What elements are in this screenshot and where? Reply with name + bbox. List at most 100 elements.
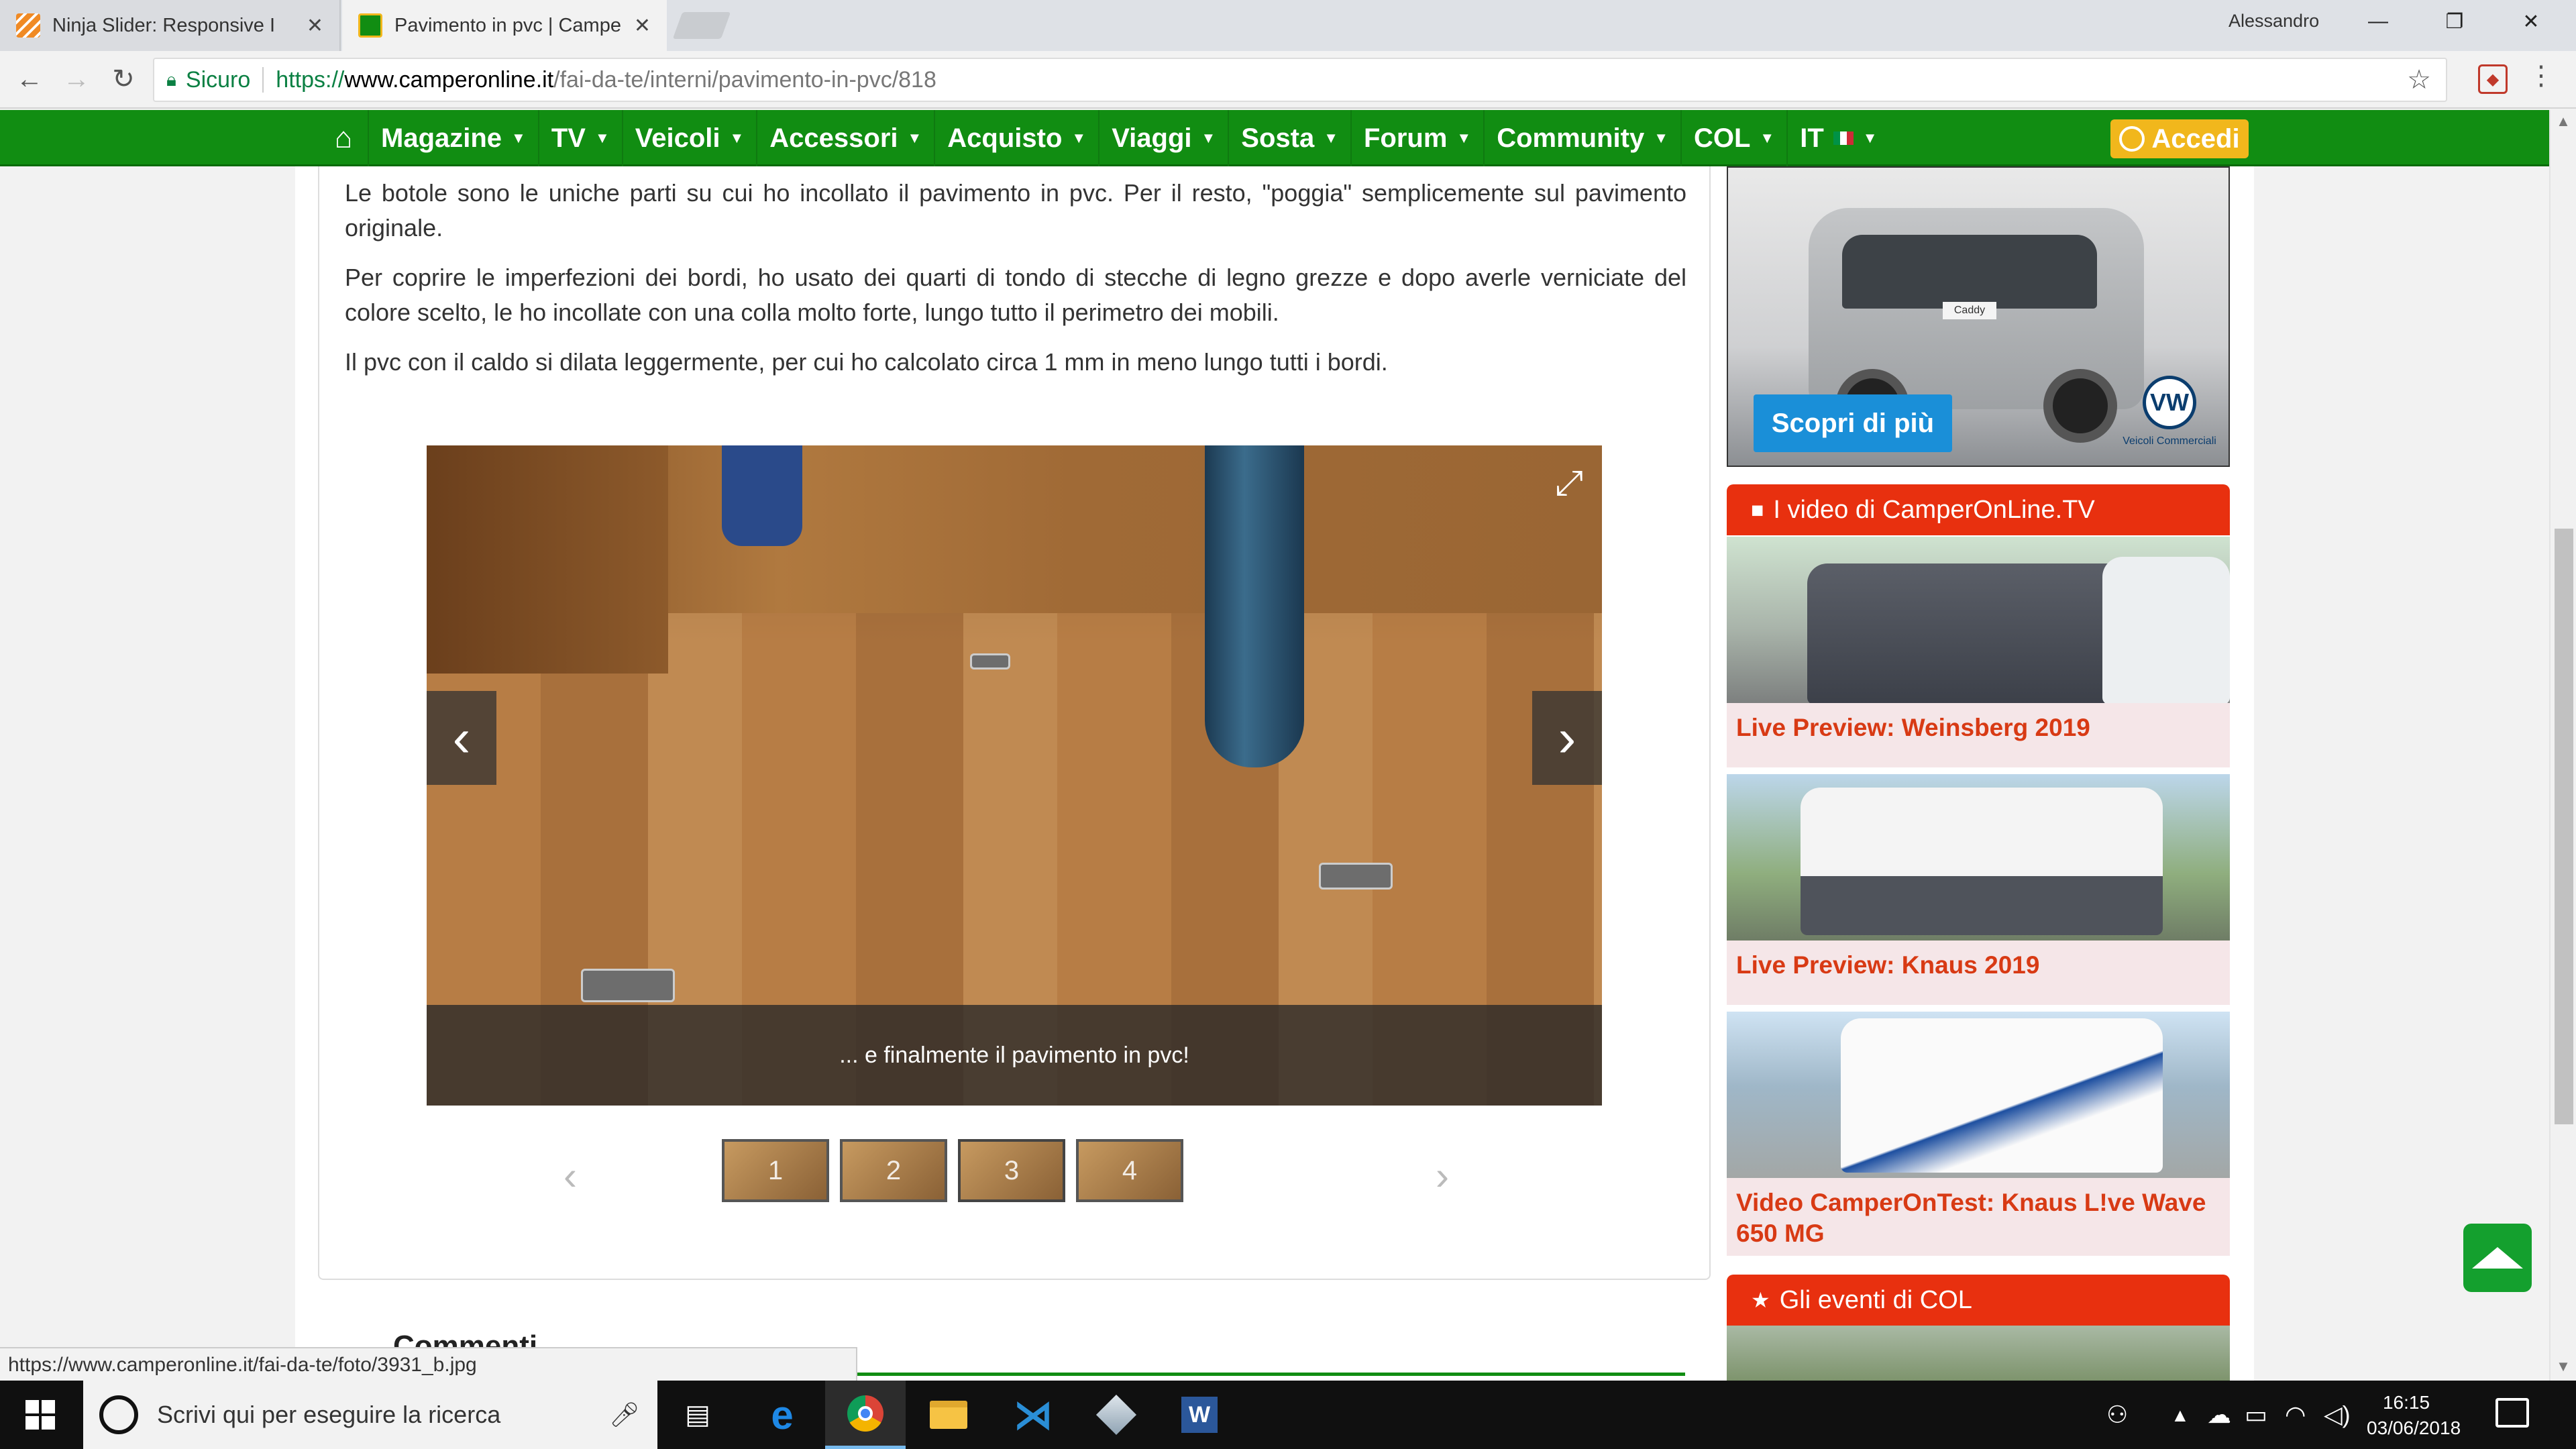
ad-van-wheel xyxy=(2043,369,2117,443)
video-title[interactable]: Live Preview: Weinsberg 2019 xyxy=(1736,712,2219,743)
slider-thumbnail[interactable]: 1 xyxy=(722,1139,829,1202)
lock-icon: 🔒︎ xyxy=(166,68,176,90)
action-center-icon[interactable] xyxy=(2496,1398,2529,1428)
taskbar-clock[interactable]: 16:15 03/06/2018 xyxy=(2367,1390,2461,1441)
thumbs-next-icon[interactable]: › xyxy=(1436,1152,1449,1199)
microphone-icon[interactable]: 🎤︎ xyxy=(609,1401,640,1429)
restore-icon[interactable]: ❐ xyxy=(2418,0,2491,43)
events-section-header: ★ Gli eventi di COL xyxy=(1727,1275,2230,1326)
slider-thumbnail[interactable]: 4 xyxy=(1076,1139,1183,1202)
video-card[interactable]: Video CamperOnTest: Knaus L!ve Wave 650 … xyxy=(1727,1012,2230,1256)
battery-icon[interactable]: ▭ xyxy=(2245,1401,2267,1429)
people-icon[interactable]: ⚇ xyxy=(2106,1401,2128,1429)
slider-prev-button[interactable]: ‹ xyxy=(427,691,496,785)
video-card[interactable]: Live Preview: Weinsberg 2019 xyxy=(1727,537,2230,767)
nav-item-accessori[interactable]: Accessori ▼ xyxy=(756,110,934,166)
ninja-slider-favicon-icon xyxy=(16,13,40,38)
bookmark-star-icon[interactable]: ☆ xyxy=(2407,64,2431,95)
nav-item-forum[interactable]: Forum ▼ xyxy=(1350,110,1483,166)
nav-item-sosta[interactable]: Sosta ▼ xyxy=(1228,110,1350,166)
minimize-icon[interactable]: — xyxy=(2341,0,2415,43)
fullscreen-expand-icon[interactable]: ⤢ xyxy=(1555,463,1583,504)
task-view-icon[interactable]: ▤ xyxy=(657,1381,738,1449)
browser-tab-ninja-slider[interactable]: Ninja Slider: Responsive I ✕ xyxy=(0,0,341,51)
nav-item-community[interactable]: Community ▼ xyxy=(1483,110,1680,166)
url-protocol: https:// xyxy=(276,66,345,93)
scroll-up-icon[interactable]: ▲ xyxy=(2551,113,2576,133)
slide-photo-vent xyxy=(970,653,1010,669)
wifi-icon[interactable]: ◠ xyxy=(2285,1401,2306,1429)
volume-icon[interactable]: ◁) xyxy=(2324,1401,2351,1429)
chevron-down-icon: ▼ xyxy=(511,129,526,146)
nav-item-language[interactable]: IT ▼ xyxy=(1786,110,1889,166)
address-bar[interactable]: 🔒︎ Sicuro https:// www.camperonline.it /… xyxy=(153,58,2447,102)
login-button[interactable]: Accedi xyxy=(2110,119,2249,158)
page-scrollbar[interactable]: ▲ ▼ xyxy=(2549,110,2576,1381)
nav-item-viaggi[interactable]: Viaggi ▼ xyxy=(1098,110,1228,166)
user-icon xyxy=(2119,126,2145,152)
secure-label: Sicuro xyxy=(185,66,251,93)
scroll-down-icon[interactable]: ▼ xyxy=(2551,1358,2576,1378)
nav-menu: ⌂ Magazine ▼ TV ▼ Veicoli ▼ Accessori ▼ Acqu… xyxy=(323,110,1890,166)
clock-date: 03/06/2018 xyxy=(2367,1417,2461,1438)
slide-photo-table-leg xyxy=(1205,445,1304,767)
back-arrow-icon[interactable]: ← xyxy=(11,60,48,98)
events-section-title: Gli eventi di COL xyxy=(1779,1285,1972,1314)
video-title[interactable]: Video CamperOnTest: Knaus L!ve Wave 650 … xyxy=(1736,1187,2219,1249)
slider-next-button[interactable]: › xyxy=(1532,691,1602,785)
browser-tab-pavimento[interactable]: Pavimento in pvc | Campe ✕ xyxy=(342,0,667,51)
slider-thumbnail-active[interactable]: 3 xyxy=(958,1139,1065,1202)
reload-icon[interactable]: ↻ xyxy=(105,60,142,98)
nav-item-tv[interactable]: TV ▼ xyxy=(537,110,622,166)
chrome-browser-icon[interactable] xyxy=(825,1381,906,1449)
nav-item-col[interactable]: COL ▼ xyxy=(1680,110,1786,166)
video-card[interactable]: Live Preview: Knaus 2019 xyxy=(1727,774,2230,1005)
profile-name[interactable]: Alessandro xyxy=(2229,11,2319,32)
file-explorer-icon[interactable] xyxy=(908,1381,989,1449)
scroll-to-top-button[interactable] xyxy=(2463,1224,2532,1292)
windows-taskbar: Scrivi qui per eseguire la ricerca 🎤︎ ▤ … xyxy=(0,1381,2576,1449)
slider-thumbnail[interactable]: 2 xyxy=(840,1139,947,1202)
close-tab-icon[interactable]: ✕ xyxy=(634,14,651,38)
new-tab-button[interactable] xyxy=(672,12,731,39)
camperonline-favicon-icon xyxy=(358,13,382,38)
nav-item-acquisto[interactable]: Acquisto ▼ xyxy=(934,110,1098,166)
close-window-icon[interactable]: ✕ xyxy=(2494,0,2568,43)
word-icon[interactable]: W xyxy=(1159,1381,1240,1449)
events-thumbnail xyxy=(1727,1326,2230,1381)
ad-cta-button[interactable]: Scopri di più xyxy=(1754,394,1952,452)
camper-van-shape xyxy=(1807,564,2129,703)
image-slider[interactable]: ⤢ ‹ › ... e finalmente il pavimento in p… xyxy=(427,445,1602,1106)
slide-photo-vent xyxy=(581,969,675,1002)
comments-divider xyxy=(856,1373,1685,1376)
scrollbar-thumb[interactable] xyxy=(2555,529,2573,1124)
browser-menu-icon[interactable]: ⋮ xyxy=(2528,60,2555,91)
nav-item-veicoli[interactable]: Veicoli ▼ xyxy=(621,110,757,166)
extension-shield-icon[interactable]: ◆ xyxy=(2478,64,2508,94)
video-title[interactable]: Live Preview: Knaus 2019 xyxy=(1736,950,2219,981)
3d-box-app-icon[interactable] xyxy=(1076,1381,1157,1449)
sidebar-ad-banner[interactable]: Caddy Scopri di più VW Veicoli Commercia… xyxy=(1727,166,2230,467)
taskbar-search-box[interactable]: Scrivi qui per eseguire la ricerca 🎤︎ xyxy=(83,1381,657,1449)
chevron-down-icon: ▼ xyxy=(1654,129,1668,146)
show-hidden-icons-chevron-icon[interactable]: ▲ xyxy=(2171,1405,2190,1426)
article-paragraph: Le botole sono le uniche parti su cui ho… xyxy=(345,179,1686,241)
nav-label: IT xyxy=(1800,123,1824,153)
chevron-down-icon: ▼ xyxy=(1324,129,1338,146)
nav-label: Veicoli xyxy=(635,123,720,153)
onedrive-cloud-icon[interactable]: ☁ xyxy=(2207,1401,2231,1429)
vscode-icon[interactable]: ⋊ xyxy=(993,1381,1073,1449)
home-icon[interactable]: ⌂ xyxy=(323,110,364,166)
nav-label: COL xyxy=(1693,123,1751,153)
clock-time: 16:15 xyxy=(2382,1392,2430,1413)
video-section-header: ■ I video di CamperOnLine.TV xyxy=(1727,484,2230,535)
close-tab-icon[interactable]: ✕ xyxy=(307,14,323,38)
thumbs-prev-icon[interactable]: ‹ xyxy=(564,1152,577,1199)
start-button[interactable] xyxy=(0,1381,80,1449)
forward-arrow-icon[interactable]: → xyxy=(58,60,95,98)
ad-van-window xyxy=(1842,235,2097,309)
edge-browser-icon[interactable]: e xyxy=(742,1381,822,1449)
site-main-nav: ⌂ Magazine ▼ TV ▼ Veicoli ▼ Accessori ▼ Acqu… xyxy=(0,110,2549,166)
nav-item-magazine[interactable]: Magazine ▼ xyxy=(368,110,538,166)
camper-van-shape xyxy=(2102,557,2230,703)
